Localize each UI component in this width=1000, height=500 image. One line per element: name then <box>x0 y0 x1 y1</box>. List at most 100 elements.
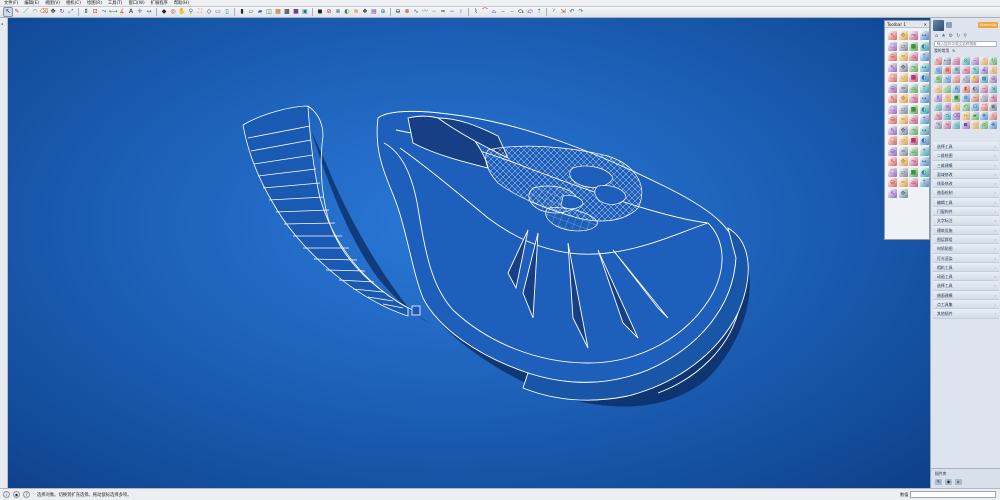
search-icon[interactable]: ⚲ <box>963 33 967 39</box>
tape-icon[interactable]: ⟷ <box>109 8 118 16</box>
dimension-icon[interactable]: ↔ <box>145 8 153 16</box>
group-icon[interactable]: ▱ <box>898 104 908 114</box>
zoom-icon[interactable]: ⚲ <box>187 8 195 16</box>
joint-push-icon[interactable]: ⌢ <box>499 8 507 16</box>
followme-icon[interactable]: ✥ <box>898 62 908 72</box>
refresh-icon[interactable]: ↻ <box>956 33 960 39</box>
spline-icon[interactable]: ∼ <box>430 8 438 16</box>
prev-view-icon[interactable]: ↖ <box>888 94 897 103</box>
smooth-icon[interactable]: ⌒ <box>481 8 489 16</box>
plugin-icon[interactable]: ▩ <box>979 75 988 84</box>
drape-icon[interactable]: ≈ <box>898 146 908 156</box>
right-view-icon[interactable]: ▮ <box>238 8 246 16</box>
pushpull-icon[interactable]: ⇕ <box>82 8 90 16</box>
plugin-category-item[interactable]: 三维建模 › <box>933 160 999 170</box>
solid-icon[interactable]: ✥ <box>898 125 908 135</box>
plugin-category-item[interactable]: 曲面绘制 › <box>933 188 999 198</box>
plugin-icon[interactable]: ⇕ <box>934 93 942 102</box>
arc-icon[interactable]: ◠ <box>31 8 39 16</box>
line-icon[interactable]: ↖ <box>888 31 897 40</box>
window-zoom-icon[interactable]: ⌓ <box>909 83 918 93</box>
plugin-icon[interactable]: ✎ <box>970 66 979 75</box>
plugin-category-item[interactable]: 点工具集 › <box>933 300 999 310</box>
outer-shell-icon[interactable]: ◐ <box>919 136 929 145</box>
move-icon[interactable]: ✥ <box>49 8 57 16</box>
plugin-icon[interactable]: ◠ <box>979 93 988 102</box>
star-icon[interactable]: ★ <box>941 33 945 39</box>
plugin-icon[interactable]: ∼ <box>970 57 979 65</box>
followme-icon[interactable]: ⤳ <box>100 8 108 16</box>
close-icon[interactable]: ✕ <box>923 21 927 27</box>
fog-icon[interactable]: ↖ <box>888 125 897 135</box>
plugin-icon[interactable]: ■ <box>952 93 961 102</box>
plugin-category-item[interactable]: 相机工具 › <box>933 262 999 273</box>
curve-tool-icon[interactable]: ∿ <box>412 8 420 16</box>
plugin-category-item[interactable]: 选择工具 › <box>933 142 999 152</box>
info-icon[interactable]: i <box>3 491 10 498</box>
axes-icon[interactable]: ▱ <box>898 73 908 82</box>
plugin-category-item[interactable]: 其他插件 › <box>933 309 999 319</box>
plugin-search-input[interactable]: 输入插件中英文名称搜索 <box>934 41 997 47</box>
plugin-icon[interactable]: ◼ <box>961 121 970 130</box>
plugin-category-item[interactable]: 选择工具 › <box>933 281 999 291</box>
round-corner-icon[interactable]: ◜ <box>550 8 558 16</box>
menu-item-2[interactable]: 视图(V) <box>45 0 60 6</box>
rotate-icon[interactable]: ≈ <box>898 52 908 61</box>
zoom-icon[interactable]: ≈ <box>898 83 908 93</box>
plugin-icon[interactable]: ⌇ <box>989 112 998 121</box>
redo-icon[interactable]: ↷ <box>577 8 585 16</box>
plugin-category-item[interactable]: 灯光渲染 › <box>933 253 999 263</box>
monochrome-icon[interactable]: ◼ <box>316 8 324 16</box>
plugin-category-item[interactable]: 二维绘图 › <box>933 151 999 161</box>
split-icon[interactable]: ■ <box>909 136 918 145</box>
dimension-icon[interactable]: ↔ <box>919 62 929 72</box>
circle-icon[interactable]: ↔ <box>919 31 929 40</box>
terrain-icon[interactable]: ↔ <box>919 157 929 166</box>
plugin-icon[interactable]: ⊡ <box>970 102 979 111</box>
plugin-icon[interactable]: ⌫ <box>952 112 961 121</box>
plugin-category-item[interactable]: 图层群组 › <box>933 234 999 245</box>
gear-icon[interactable]: ⚙ <box>949 33 953 39</box>
position-camera-icon[interactable]: ↔ <box>919 94 929 103</box>
palette-header[interactable]: Toolbar 1 ✕ <box>885 21 929 28</box>
extension-icon[interactable]: ■ <box>909 167 918 177</box>
refresh-icon[interactable]: ↻ <box>952 48 955 54</box>
scale-icon[interactable]: ⤢ <box>67 8 75 16</box>
sweep-icon[interactable]: ∽ <box>448 8 456 16</box>
plugin-icon[interactable]: A <box>952 84 961 93</box>
plugin-icon[interactable]: ↷ <box>934 121 942 130</box>
plugin-category-item[interactable]: 动画工具 › <box>933 272 999 282</box>
plugin-icon[interactable]: ✥ <box>989 121 998 130</box>
component-icon[interactable]: ⛶ <box>888 104 897 114</box>
contour-icon[interactable]: ⤳ <box>909 157 918 166</box>
iso-view-icon[interactable]: ◇ <box>205 8 213 16</box>
shadow-icon[interactable]: ⇡ <box>919 115 929 124</box>
plugin-icon[interactable]: ▮ <box>961 84 970 93</box>
wireframe-icon[interactable]: ▦ <box>274 8 282 16</box>
union-icon[interactable]: ⤳ <box>909 125 918 135</box>
plugin-category-item[interactable]: 建筑设施 › <box>933 225 999 235</box>
plugin-icon[interactable]: ▭ <box>952 57 961 65</box>
plugin-icon[interactable]: ◇ <box>952 121 961 130</box>
plugin-icon[interactable]: ▱ <box>934 102 942 111</box>
back-view-icon[interactable]: ▱ <box>247 8 255 16</box>
offset-icon[interactable]: ↖ <box>888 62 897 72</box>
xray-icon[interactable]: ◫ <box>265 8 273 16</box>
protractor-icon[interactable]: ∡ <box>118 8 126 16</box>
expand-icon[interactable]: ▸ <box>955 479 962 485</box>
flip-edge-icon[interactable]: ✥ <box>898 157 908 166</box>
plugin-icon[interactable]: ⊗ <box>934 75 942 84</box>
plugin-icon[interactable]: ↶ <box>961 102 970 111</box>
eraser-icon[interactable]: ■ <box>909 41 918 51</box>
plugin-icon[interactable]: ≋ <box>943 102 952 111</box>
plugin-category-item[interactable]: 编辑工具 › <box>933 197 999 208</box>
sandbox-icon[interactable]: ⊖ <box>888 146 897 156</box>
section-plane-icon[interactable]: ⊘ <box>325 8 333 16</box>
textured-icon[interactable]: ▣ <box>301 8 309 16</box>
rotate-icon[interactable]: ↻ <box>58 8 66 16</box>
select-icon[interactable]: ↖ <box>3 7 13 17</box>
polygon-icon[interactable]: ⛶ <box>888 41 897 51</box>
plugin-icon[interactable]: ◐ <box>970 84 979 93</box>
scale-icon[interactable]: ⌓ <box>909 52 918 61</box>
shape-bender-icon[interactable]: ⌣ <box>508 8 516 16</box>
